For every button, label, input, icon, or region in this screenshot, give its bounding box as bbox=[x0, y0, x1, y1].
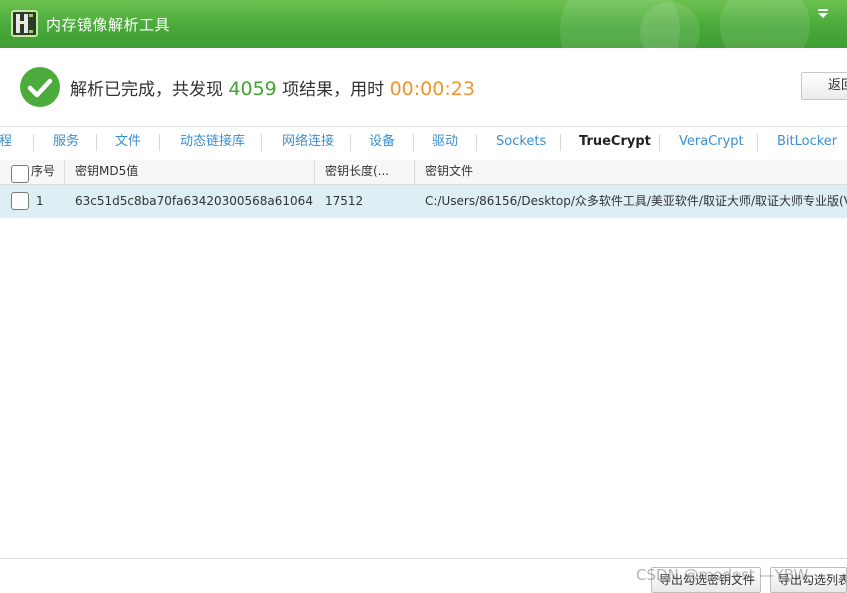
table-header: 序号 密钥MD5值 密钥长度(... 密钥文件 bbox=[0, 160, 847, 185]
tab-processes[interactable]: 进程 bbox=[0, 127, 12, 160]
column-divider[interactable] bbox=[314, 160, 315, 184]
tab-drivers[interactable]: 驱动 bbox=[432, 127, 458, 160]
app-logo-icon bbox=[11, 10, 38, 37]
status-message: 解析已完成，共发现 4059 项结果，用时 00:00:23 bbox=[70, 75, 475, 100]
row-md5: 63c51d5c8ba70fa63420300568a61064 bbox=[75, 194, 313, 208]
column-header-key-file[interactable]: 密钥文件 bbox=[425, 160, 473, 184]
tab-divider bbox=[413, 134, 414, 151]
export-selected-list-button[interactable]: 导出勾选列表 bbox=[770, 567, 847, 593]
export-selected-keys-button[interactable]: 导出勾选密钥文件 bbox=[651, 567, 761, 593]
status-middle: 项结果，用时 bbox=[282, 80, 385, 100]
column-header-index[interactable]: 序号 bbox=[31, 160, 55, 184]
result-count: 4059 bbox=[228, 78, 277, 100]
tab-bar: 进程 服务 文件 动态链接库 网络连接 设备 驱动 Sockets TrueCr… bbox=[0, 126, 847, 161]
tab-services[interactable]: 服务 bbox=[53, 127, 79, 160]
tab-divider bbox=[560, 134, 561, 151]
row-checkbox[interactable] bbox=[11, 192, 29, 210]
success-check-icon bbox=[20, 67, 60, 107]
title-bar: 内存镜像解析工具 bbox=[0, 0, 847, 48]
elapsed-time: 00:00:23 bbox=[389, 78, 475, 100]
title-bar-decoration bbox=[640, 2, 700, 48]
row-index: 1 bbox=[36, 194, 44, 208]
tab-files[interactable]: 文件 bbox=[115, 127, 141, 160]
tab-devices[interactable]: 设备 bbox=[369, 127, 395, 160]
tab-veracrypt[interactable]: VeraCrypt bbox=[679, 127, 744, 160]
tab-divider bbox=[261, 134, 262, 151]
tab-divider bbox=[659, 134, 660, 151]
status-prefix: 解析已完成，共发现 bbox=[70, 80, 223, 100]
column-header-key-length[interactable]: 密钥长度(... bbox=[325, 160, 389, 184]
select-all-checkbox[interactable] bbox=[11, 165, 29, 183]
row-key-file: C:/Users/86156/Desktop/众多软件工具/美亚软件/取证大师/… bbox=[425, 194, 847, 208]
status-panel: 解析已完成，共发现 4059 项结果，用时 00:00:23 返回 bbox=[0, 49, 847, 125]
tab-network[interactable]: 网络连接 bbox=[282, 127, 334, 160]
tab-divider bbox=[350, 134, 351, 151]
tab-divider bbox=[96, 134, 97, 151]
tab-divider bbox=[159, 134, 160, 151]
tab-truecrypt[interactable]: TrueCrypt bbox=[579, 127, 651, 160]
window-title: 内存镜像解析工具 bbox=[46, 16, 171, 34]
menu-dropdown-icon[interactable] bbox=[817, 4, 829, 18]
table-row[interactable]: 1 63c51d5c8ba70fa63420300568a61064 17512… bbox=[0, 185, 847, 218]
footer-bar: 导出勾选密钥文件 导出勾选列表 bbox=[0, 558, 847, 593]
row-key-length: 17512 bbox=[325, 194, 364, 208]
tab-divider bbox=[476, 134, 477, 151]
tab-divider bbox=[757, 134, 758, 151]
title-bar-decoration bbox=[720, 0, 810, 48]
column-divider[interactable] bbox=[64, 160, 65, 184]
column-divider[interactable] bbox=[414, 160, 415, 184]
tab-bitlocker[interactable]: BitLocker bbox=[777, 127, 837, 160]
tab-sockets[interactable]: Sockets bbox=[496, 127, 546, 160]
tab-divider bbox=[33, 134, 34, 151]
back-button[interactable]: 返回 bbox=[801, 72, 847, 100]
column-header-md5[interactable]: 密钥MD5值 bbox=[75, 160, 138, 184]
tab-dlls[interactable]: 动态链接库 bbox=[180, 127, 245, 160]
